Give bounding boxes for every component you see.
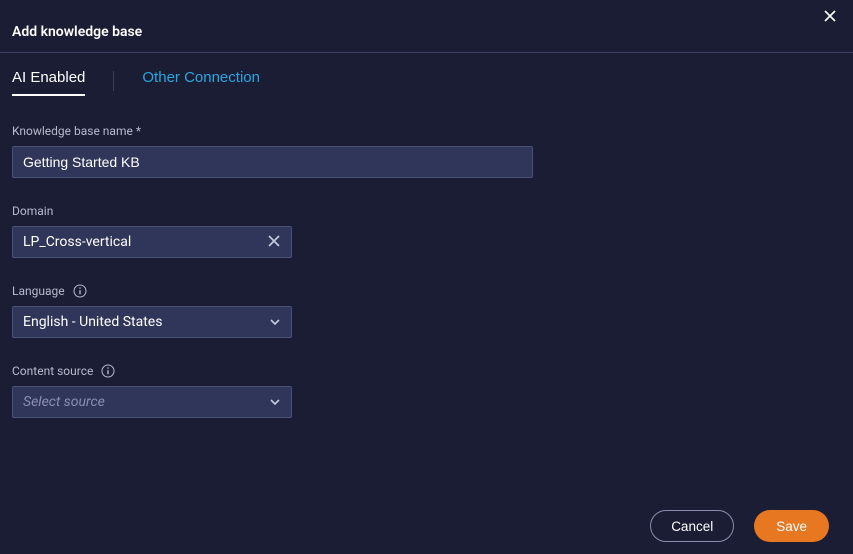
chevron-down-icon (269, 396, 281, 408)
clear-domain-button[interactable] (267, 234, 281, 251)
chevron-down-icon (269, 316, 281, 328)
label-content-source-text: Content source (12, 364, 93, 378)
select-content-source[interactable]: Select source (12, 386, 292, 418)
form: Knowledge base name * Domain LP_Cross-ve… (0, 96, 853, 418)
tab-other-connection[interactable]: Other Connection (142, 69, 260, 94)
dialog-footer: Cancel Save (650, 510, 829, 542)
field-name: Knowledge base name * (12, 124, 841, 178)
tab-ai-enabled[interactable]: AI Enabled (12, 69, 85, 96)
close-icon (824, 10, 836, 25)
label-domain: Domain (12, 204, 841, 218)
label-name: Knowledge base name * (12, 124, 841, 138)
clear-icon (267, 234, 281, 251)
tab-divider (113, 71, 114, 91)
dialog-header: Add knowledge base (0, 0, 853, 53)
label-language: Language (12, 284, 841, 298)
input-name[interactable] (12, 146, 533, 178)
label-language-text: Language (12, 284, 65, 298)
info-icon[interactable] (73, 284, 87, 298)
close-button[interactable] (821, 8, 839, 26)
input-domain[interactable]: LP_Cross-vertical (12, 226, 292, 258)
dialog-title: Add knowledge base (12, 24, 841, 40)
info-icon[interactable] (101, 364, 115, 378)
cancel-button[interactable]: Cancel (650, 510, 734, 542)
field-content-source: Content source Select source (12, 364, 841, 418)
language-value: English - United States (23, 314, 269, 330)
save-button[interactable]: Save (754, 510, 829, 542)
select-language[interactable]: English - United States (12, 306, 292, 338)
tab-bar: AI Enabled Other Connection (0, 53, 853, 96)
field-language: Language English - United States (12, 284, 841, 338)
domain-value: LP_Cross-vertical (23, 234, 267, 250)
label-content-source: Content source (12, 364, 841, 378)
field-domain: Domain LP_Cross-vertical (12, 204, 841, 258)
content-source-placeholder: Select source (23, 394, 269, 410)
